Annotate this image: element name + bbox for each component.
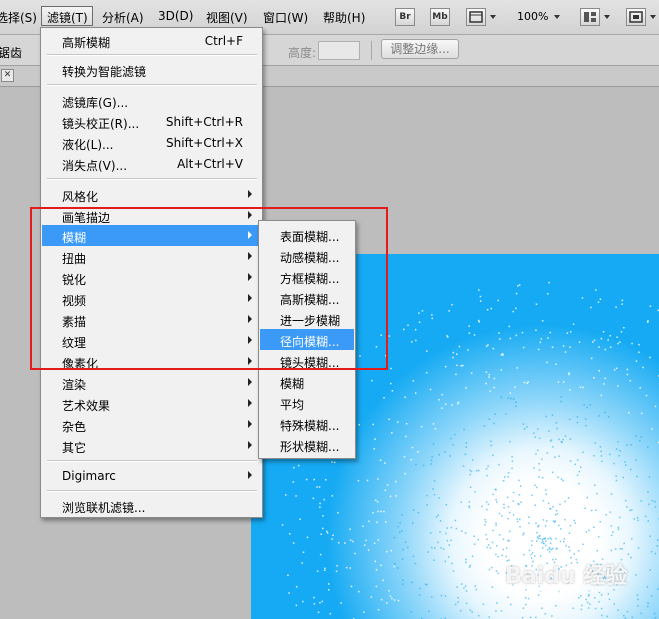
submenu-arrow-icon (248, 378, 252, 386)
menu-3d[interactable]: 3D(D) (158, 9, 193, 23)
menu-item-digimarc[interactable]: Digimarc (42, 465, 261, 486)
menu-filter[interactable]: 滤镜(T) (47, 9, 88, 26)
anti-alias-label: 锯齿 (0, 46, 23, 60)
menu-item-convert-smart-filter[interactable]: 转换为智能滤镜 (42, 59, 261, 80)
menu-item-lens-correction[interactable]: 镜头校正(R)... Shift+Ctrl+R (42, 111, 261, 132)
menu-view[interactable]: 视图(V) (206, 9, 248, 26)
arrange-documents-icon[interactable] (580, 8, 600, 26)
menu-separator (47, 178, 257, 180)
menu-item-render[interactable]: 渲染 (42, 372, 261, 393)
menu-analysis[interactable]: 分析(A) (102, 9, 144, 26)
menu-item-stylize[interactable]: 风格化 (42, 184, 261, 205)
menu-item-liquify[interactable]: 液化(L)... Shift+Ctrl+X (42, 132, 261, 153)
height-input[interactable] (318, 41, 360, 60)
submenu-item-shape-blur[interactable]: 形状模糊... (260, 434, 354, 455)
menu-select[interactable]: 选择(S) (0, 9, 37, 26)
menu-item-last-filter[interactable]: 高斯模糊 Ctrl+F (42, 30, 261, 51)
arrange-dropdown-icon[interactable] (604, 15, 610, 19)
submenu-arrow-icon (248, 420, 252, 428)
mini-bridge-button[interactable]: Mb (430, 8, 450, 26)
menu-item-vanishing-point[interactable]: 消失点(V)... Alt+Ctrl+V (42, 153, 261, 174)
bridge-button[interactable]: Br (395, 8, 415, 26)
menu-window[interactable]: 窗口(W) (263, 9, 308, 26)
watermark-url: jingyan.baidu.com (512, 584, 605, 595)
annotation-highlight-box (30, 207, 388, 370)
menu-separator (47, 490, 257, 492)
view-extras-dropdown-icon[interactable] (490, 15, 496, 19)
menu-item-other[interactable]: 其它 (42, 435, 261, 456)
screen-mode-icon[interactable] (626, 8, 646, 26)
submenu-item-smart-blur[interactable]: 特殊模糊... (260, 413, 354, 434)
refine-edge-button[interactable]: 调整边缘... (381, 39, 459, 59)
screen-mode-dropdown-icon[interactable] (650, 15, 656, 19)
options-separator (371, 41, 372, 60)
menu-item-noise[interactable]: 杂色 (42, 414, 261, 435)
zoom-dropdown-icon[interactable] (554, 15, 560, 19)
view-extras-icon[interactable] (466, 8, 486, 26)
height-label: 高度: (288, 46, 317, 60)
close-document-icon[interactable]: ✕ (1, 69, 14, 82)
menu-item-artistic[interactable]: 艺术效果 (42, 393, 261, 414)
submenu-item-blur[interactable]: 模糊 (260, 371, 354, 392)
menu-separator (47, 54, 257, 56)
menu-item-browse-filters-online[interactable]: 浏览联机滤镜... (42, 495, 261, 516)
submenu-arrow-icon (248, 399, 252, 407)
menu-separator (47, 460, 257, 462)
menu-item-filter-gallery[interactable]: 滤镜库(G)... (42, 90, 261, 111)
submenu-arrow-icon (248, 190, 252, 198)
submenu-arrow-icon (248, 471, 252, 479)
menu-separator (47, 84, 257, 86)
submenu-item-average[interactable]: 平均 (260, 392, 354, 413)
submenu-arrow-icon (248, 441, 252, 449)
menu-help[interactable]: 帮助(H) (323, 9, 365, 26)
zoom-level[interactable]: 100% (517, 10, 548, 23)
